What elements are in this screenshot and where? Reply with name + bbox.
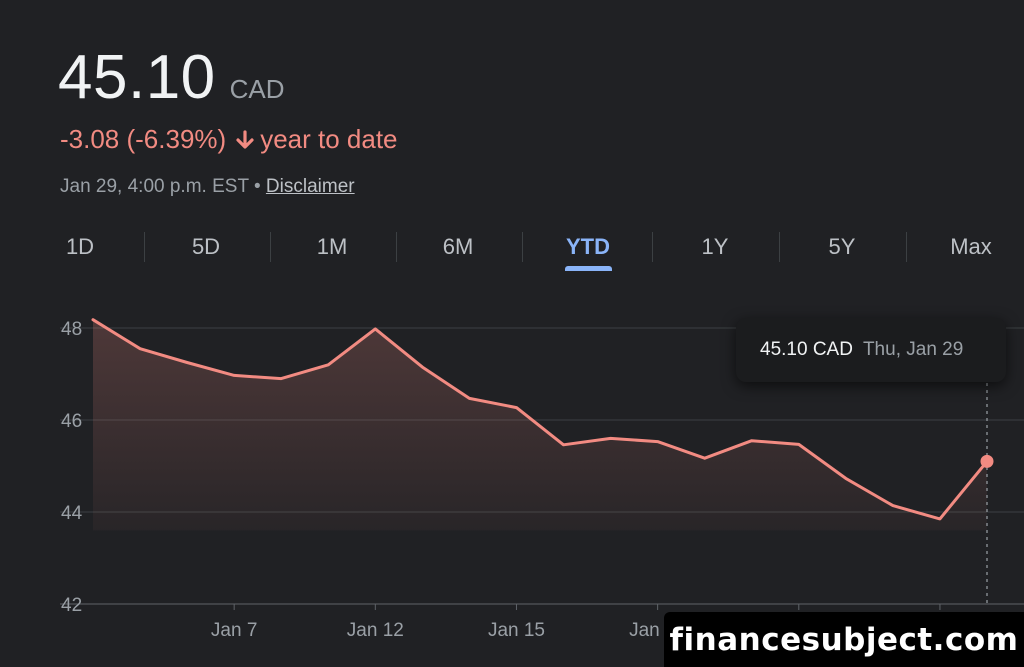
change-row: -3.08 (-6.39%) year to date — [60, 124, 398, 155]
price-change: -3.08 (-6.39%) — [60, 124, 227, 154]
tab-divider — [144, 232, 145, 262]
tab-divider — [270, 232, 271, 262]
tab-6m[interactable]: 6M — [418, 228, 498, 266]
tab-ytd[interactable]: YTD — [548, 228, 628, 266]
tab-divider — [906, 232, 907, 262]
watermark: financesubject.com — [664, 612, 1024, 667]
tab-divider — [522, 232, 523, 262]
tab-1y[interactable]: 1Y — [675, 228, 755, 266]
range-tabs: 1D 5D 1M 6M YTD 1Y 5Y Max — [60, 228, 1010, 274]
price-row: 45.10 CAD — [58, 42, 285, 113]
tab-1m[interactable]: 1M — [292, 228, 372, 266]
change-period-label: year to date — [260, 124, 398, 154]
tab-5d[interactable]: 5D — [166, 228, 246, 266]
arrow-down-icon — [236, 129, 254, 150]
tab-1d[interactable]: 1D — [40, 228, 120, 266]
active-tab-indicator — [565, 266, 612, 271]
tab-divider — [396, 232, 397, 262]
tooltip-value: 45.10 CAD — [760, 339, 853, 360]
x-tick-label: Jan 7 — [211, 620, 257, 641]
x-tick-label: Jan 12 — [347, 620, 404, 641]
disclaimer-link[interactable]: Disclaimer — [266, 176, 355, 197]
current-price: 45.10 — [58, 43, 216, 112]
timestamp-row: Jan 29, 4:00 p.m. EST • Disclaimer — [60, 176, 355, 198]
y-tick-label: 46 — [61, 411, 82, 432]
currency-label: CAD — [229, 74, 285, 104]
y-axis-labels: 48 46 44 42 — [61, 319, 83, 616]
timestamp: Jan 29, 4:00 p.m. EST — [60, 176, 249, 197]
tooltip-date: Thu, Jan 29 — [862, 339, 964, 360]
y-tick-label: 44 — [61, 503, 83, 524]
x-tick-label: Jan 15 — [488, 620, 545, 641]
tab-divider — [652, 232, 653, 262]
tab-5y[interactable]: 5Y — [802, 228, 882, 266]
separator-dot: • — [253, 176, 261, 197]
tab-max[interactable]: Max — [931, 228, 1011, 266]
hover-tooltip: 45.10 CAD Thu, Jan 29 — [736, 318, 1006, 382]
y-tick-label: 48 — [61, 319, 82, 340]
y-tick-label: 42 — [61, 595, 82, 616]
tab-divider — [779, 232, 780, 262]
cursor-point — [980, 454, 994, 468]
